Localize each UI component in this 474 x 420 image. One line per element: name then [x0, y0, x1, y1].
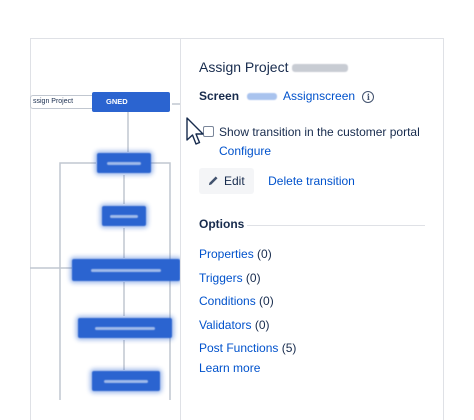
workflow-connectors	[30, 103, 180, 400]
pencil-icon	[208, 176, 218, 186]
transition-details-panel: Assign Project Screen Assignscreen i Sho…	[180, 38, 444, 420]
list-item: Triggers (0)	[199, 267, 296, 291]
option-count: (0)	[257, 247, 272, 261]
screen-label: Screen	[199, 89, 240, 103]
status-box[interactable]	[78, 318, 172, 338]
status-box-assigned[interactable]: GNED	[92, 92, 170, 112]
edit-button[interactable]: Edit	[199, 168, 254, 194]
list-item: Post Functions (5)	[199, 337, 296, 361]
redacted-text	[292, 64, 349, 73]
status-box-label-redacted	[91, 268, 161, 272]
screen-link[interactable]: Assignscreen	[283, 89, 355, 103]
option-count: (0)	[245, 270, 261, 285]
status-box-label-redacted	[104, 380, 148, 383]
option-count: (5)	[281, 341, 297, 356]
mouse-cursor-icon	[186, 117, 204, 145]
list-item: Properties (0)	[199, 243, 296, 267]
option-count: (0)	[254, 317, 270, 332]
status-box[interactable]	[92, 371, 160, 391]
list-item: Conditions (0)	[199, 290, 296, 314]
status-box[interactable]	[72, 259, 180, 281]
triggers-link[interactable]: Triggers	[199, 271, 243, 285]
customer-portal-option: Show transition in the customer portal C…	[203, 123, 433, 161]
post-functions-link[interactable]: Post Functions	[199, 341, 278, 355]
properties-link[interactable]: Properties	[199, 247, 254, 261]
checkbox-label-wrapper: Show transition in the customer portal C…	[203, 123, 433, 161]
transition-label[interactable]: ssign Project	[30, 95, 96, 109]
panel-title-text: Assign Project	[199, 59, 289, 75]
options-divider	[247, 225, 425, 226]
options-heading: Options	[199, 217, 245, 231]
conditions-link[interactable]: Conditions	[199, 294, 256, 308]
transition-label-text: ssign Project	[33, 98, 74, 105]
status-box-label-redacted	[109, 215, 139, 218]
checkbox-label: Show transition in the customer portal	[219, 125, 420, 139]
list-item: Validators (0)	[199, 314, 296, 338]
delete-transition-link[interactable]: Delete transition	[268, 168, 355, 194]
status-box-assigned-label: GNED	[106, 97, 128, 106]
option-count: (0)	[259, 294, 274, 309]
validators-link[interactable]: Validators	[199, 318, 251, 332]
status-box-label-redacted	[94, 327, 156, 330]
panel-title: Assign Project	[199, 59, 349, 75]
action-row: Edit Delete transition	[199, 168, 355, 194]
redacted-text	[247, 93, 278, 101]
options-list: Properties (0) Triggers (0) Conditions (…	[199, 243, 296, 361]
screen-row: Screen Assignscreen i	[199, 89, 375, 103]
edit-button-label: Edit	[224, 174, 245, 188]
status-box[interactable]	[102, 206, 146, 226]
learn-more-link[interactable]: Learn more	[199, 361, 260, 375]
status-box[interactable]	[97, 153, 151, 173]
configure-link[interactable]: Configure	[219, 144, 271, 158]
status-box-label-redacted	[106, 162, 142, 165]
info-icon[interactable]: i	[362, 90, 375, 103]
workflow-canvas[interactable]: ssign Project GNED	[0, 0, 180, 420]
